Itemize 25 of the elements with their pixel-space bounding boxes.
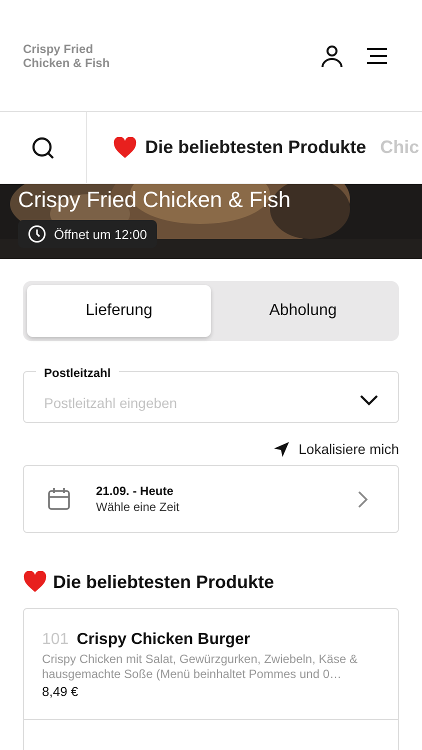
restaurant-title: Crispy Fried Chicken & Fish	[18, 188, 291, 212]
order-mode-tab[interactable]: Abholung	[211, 285, 395, 337]
product-description: Crispy Chicken mit Salat, Gewürzgurken, Zwiebeln, Käse & hausgemachte Soße (Menü beinhaltet Pommes und 0…	[42, 652, 358, 682]
calendar-icon	[47, 487, 71, 511]
time-hint: Wähle eine Zeit	[96, 500, 180, 514]
time-picker[interactable]: 21.09. - Heute Wähle eine Zeit	[23, 465, 399, 533]
clock-icon	[28, 225, 46, 243]
chevron-right-icon	[358, 490, 368, 508]
order-mode-tab[interactable]: Lieferung	[27, 285, 211, 337]
text-input[interactable]: Postleitzahl eingeben	[44, 383, 360, 411]
account-icon[interactable]	[320, 44, 344, 68]
heart-icon	[23, 571, 47, 593]
search-icon[interactable]	[31, 136, 56, 160]
location-arrow-icon[interactable]	[274, 442, 289, 456]
chevron-down-icon[interactable]	[360, 394, 378, 406]
menu-icon[interactable]	[366, 46, 388, 64]
heart-icon	[113, 136, 138, 158]
category-tab[interactable]: Die beliebtesten Produkte	[145, 137, 372, 158]
product-name: Crispy Chicken Burger	[76, 631, 250, 649]
date-label: 21.09. - Heute	[96, 484, 174, 498]
section-title: Die beliebtesten Produkte	[53, 572, 274, 592]
opening-time: Öffnet um 12:00	[54, 226, 147, 242]
product-price: 8,49 €	[42, 684, 80, 699]
locate-me-link[interactable]: Lokalisiere mich	[298, 441, 399, 457]
field-label: Postleitzahl	[36, 366, 119, 380]
